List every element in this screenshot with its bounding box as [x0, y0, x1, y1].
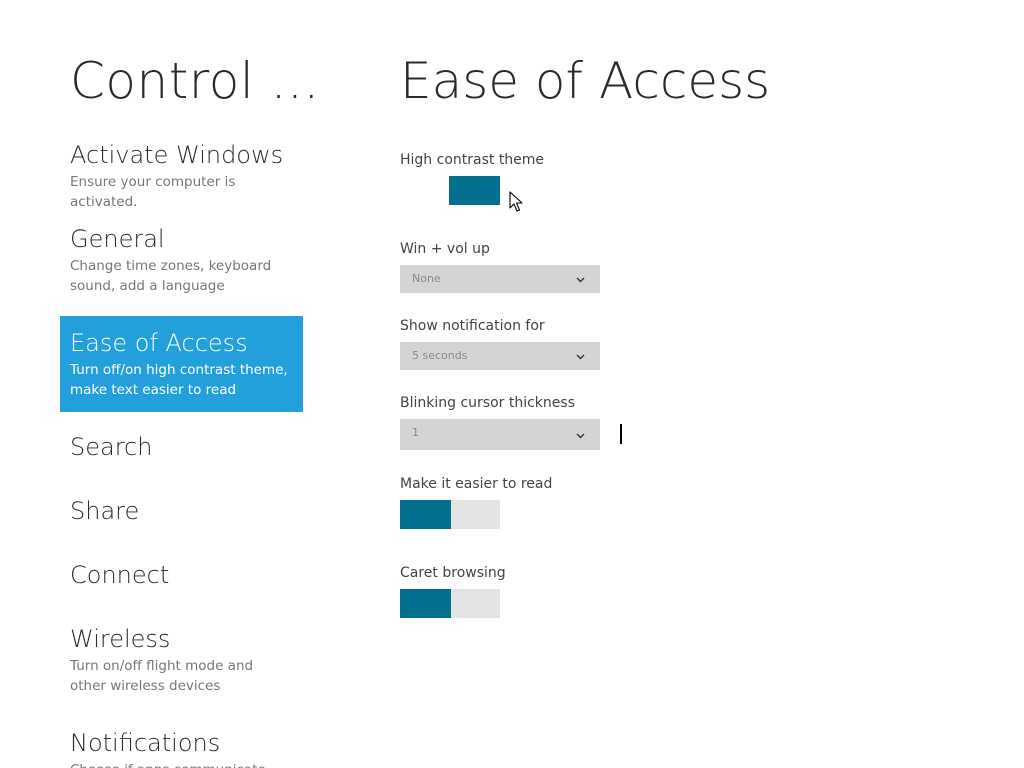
- high-contrast-toggle[interactable]: [400, 176, 500, 205]
- nav-item-label: Wireless: [70, 625, 171, 653]
- nav-item-notifications[interactable]: Notifications Choose if apps communicate…: [60, 727, 303, 768]
- chevron-down-icon: [576, 354, 585, 360]
- toggle-track: [451, 500, 500, 529]
- toggle-thumb: [449, 176, 500, 205]
- mouse-pointer-icon: [509, 191, 523, 212]
- text-caret-icon: [620, 424, 622, 444]
- easier-to-read-label: Make it easier to read: [400, 476, 553, 492]
- show-notification-label: Show notification for: [400, 318, 545, 334]
- nav-item-description: Turn off/on high contrast theme, make te…: [70, 362, 288, 398]
- nav-item-description: Change time zones, keyboard sound, add a…: [70, 258, 272, 294]
- toggle-thumb: [400, 500, 451, 529]
- nav-title: Control ...: [70, 52, 320, 110]
- nav-item-label: Ease of Access: [70, 329, 248, 357]
- page-title: Ease of Access: [400, 52, 771, 110]
- nav-item-label: Search: [70, 433, 153, 461]
- dropdown-value: 1: [412, 426, 419, 439]
- caret-browsing-toggle[interactable]: [400, 589, 500, 618]
- show-notification-dropdown[interactable]: 5 seconds: [400, 342, 600, 370]
- nav-item-ease-of-access[interactable]: Ease of Access Turn off/on high contrast…: [60, 316, 303, 412]
- dropdown-value: None: [412, 272, 441, 285]
- nav-item-general[interactable]: General Change time zones, keyboard soun…: [60, 223, 303, 296]
- nav-item-activate-windows[interactable]: Activate Windows Ensure your computer is…: [60, 139, 303, 212]
- caret-browsing-label: Caret browsing: [400, 565, 506, 581]
- chevron-down-icon: [576, 433, 585, 439]
- chevron-down-icon: [576, 277, 585, 283]
- toggle-thumb: [400, 589, 451, 618]
- nav-item-description: Choose if apps communicate now: [70, 760, 293, 768]
- nav-item-description: Turn on/off flight mode and other wirele…: [70, 658, 254, 694]
- settings-page: Control ... Activate Windows Ensure your…: [0, 0, 1024, 768]
- nav-item-connect[interactable]: Connect: [60, 559, 303, 591]
- nav-item-label: Notifications: [70, 729, 221, 757]
- nav-item-label: General: [70, 225, 165, 253]
- toggle-track: [451, 589, 500, 618]
- nav-item-label: Activate Windows: [70, 141, 284, 169]
- nav-item-description: Ensure your computer is activated.: [70, 174, 236, 210]
- win-vol-up-dropdown[interactable]: None: [400, 265, 600, 293]
- cursor-thickness-label: Blinking cursor thickness: [400, 395, 575, 411]
- nav-item-label: Share: [70, 497, 140, 525]
- easier-to-read-toggle[interactable]: [400, 500, 500, 529]
- win-vol-up-label: Win + vol up: [400, 241, 490, 257]
- dropdown-value: 5 seconds: [412, 349, 468, 362]
- nav-item-wireless[interactable]: Wireless Turn on/off flight mode and oth…: [60, 623, 303, 696]
- high-contrast-label: High contrast theme: [400, 152, 545, 168]
- nav-item-label: Connect: [70, 561, 170, 589]
- nav-item-search[interactable]: Search: [60, 431, 303, 463]
- nav-item-share[interactable]: Share: [60, 495, 303, 527]
- cursor-thickness-dropdown[interactable]: 1: [400, 419, 600, 450]
